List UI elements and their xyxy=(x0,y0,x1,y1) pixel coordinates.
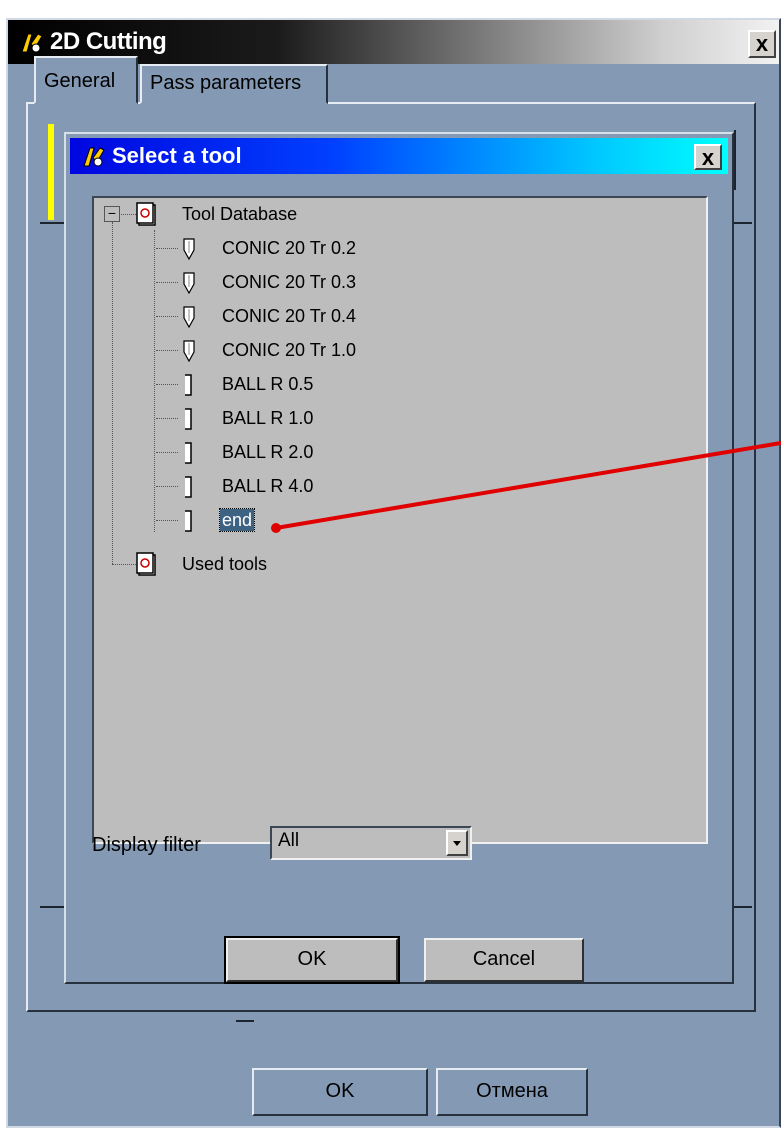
app-icon xyxy=(83,147,105,167)
tree-connector xyxy=(112,564,136,565)
chevron-down-icon xyxy=(453,841,461,846)
ball-tool-icon xyxy=(185,374,192,396)
display-filter-value: All xyxy=(278,830,300,851)
outer-cancel-button[interactable]: Отмена xyxy=(436,1068,588,1116)
display-filter-select[interactable]: All xyxy=(270,826,472,860)
tree-connector xyxy=(118,214,136,215)
yellow-highlight-marker xyxy=(48,124,54,220)
tree-item[interactable]: BALL R 1.0 xyxy=(222,407,313,429)
outer-ok-button[interactable]: OK xyxy=(252,1068,428,1116)
tree-connector xyxy=(156,452,178,453)
tab-pass-parameters[interactable]: Pass parameters xyxy=(140,64,328,104)
display-filter-label: Display filter xyxy=(92,834,201,856)
tree-connector xyxy=(156,350,178,351)
tree-root-label[interactable]: Tool Database xyxy=(182,203,297,225)
tree-item-selected[interactable]: end xyxy=(218,508,256,532)
collapse-toggle-icon[interactable]: − xyxy=(104,206,120,222)
tree-connector xyxy=(156,418,178,419)
tool-tree[interactable]: − Tool Database CONIC 20 Tr 0.2 CONIC 20… xyxy=(92,196,708,844)
dialog-close-button[interactable]: x xyxy=(694,144,722,170)
used-tools-icon xyxy=(136,552,156,576)
ball-tool-icon xyxy=(185,476,192,498)
frame-stub xyxy=(236,1020,254,1022)
dialog-ok-button[interactable]: OK xyxy=(224,936,400,984)
dialog-cancel-button[interactable]: Cancel xyxy=(424,938,584,982)
tree-connector xyxy=(156,486,178,487)
outer-close-button[interactable]: x xyxy=(748,30,776,58)
tree-item[interactable]: CONIC 20 Tr 0.3 xyxy=(222,271,356,293)
group-frame-line xyxy=(40,906,66,908)
app-icon xyxy=(21,33,43,53)
tree-item[interactable]: BALL R 4.0 xyxy=(222,475,313,497)
group-frame-line xyxy=(40,222,66,224)
ball-tool-icon xyxy=(185,442,192,464)
group-frame-line xyxy=(734,130,736,190)
tree-item[interactable]: CONIC 20 Tr 0.2 xyxy=(222,237,356,259)
tree-connector xyxy=(156,384,178,385)
group-frame-line xyxy=(734,222,752,224)
tree-connector xyxy=(156,316,178,317)
conic-tool-icon xyxy=(183,306,195,328)
end-tool-icon xyxy=(185,510,192,532)
tree-connector xyxy=(156,282,178,283)
tree-item[interactable]: BALL R 0.5 xyxy=(222,373,313,395)
group-frame-line xyxy=(734,906,752,908)
tree-connector xyxy=(112,222,113,564)
tree-connector xyxy=(154,230,155,532)
tree-item[interactable]: BALL R 2.0 xyxy=(222,441,313,463)
tab-general[interactable]: General xyxy=(34,56,138,104)
tree-connector xyxy=(156,520,178,521)
tree-connector xyxy=(156,248,178,249)
conic-tool-icon xyxy=(183,340,195,362)
tool-database-icon xyxy=(136,202,156,226)
dialog-title: Select a tool xyxy=(112,143,242,168)
outer-window-title: 2D Cutting xyxy=(50,28,167,55)
tree-item[interactable]: CONIC 20 Tr 1.0 xyxy=(222,339,356,361)
tree-item[interactable]: CONIC 20 Tr 0.4 xyxy=(222,305,356,327)
tree-used-tools-label[interactable]: Used tools xyxy=(182,553,267,575)
select-tool-dialog: Select a tool x − Tool Database CONIC 20… xyxy=(64,132,734,984)
dialog-title-bar[interactable]: Select a tool x xyxy=(70,138,728,174)
conic-tool-icon xyxy=(183,272,195,294)
ball-tool-icon xyxy=(185,408,192,430)
conic-tool-icon xyxy=(183,238,195,260)
dropdown-arrow-button[interactable] xyxy=(446,830,468,856)
